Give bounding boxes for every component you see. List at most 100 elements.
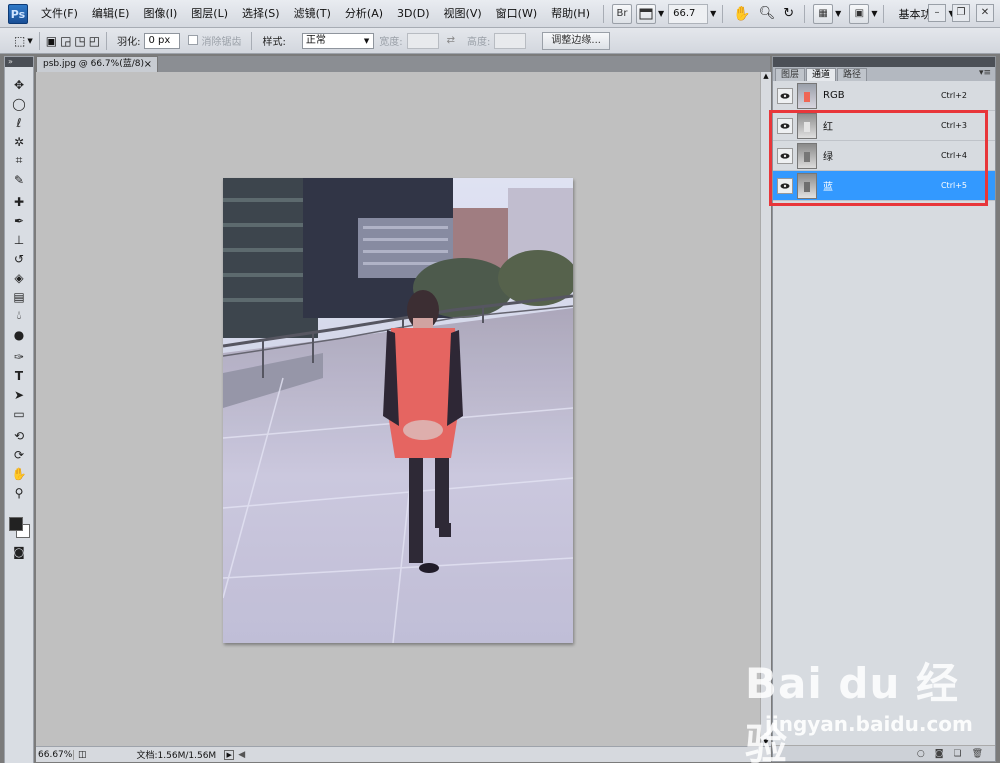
menu-3d[interactable]: 3D(D) [390,0,437,28]
annotation-highlight-box [769,110,988,206]
tools-panel: » ✥ ◯ ℓ ✲ ⌗ ✎ ✚ ✒ ⊥ ↺ ◈ ▤ 💧︎ ● ✑ T ➤ ▭ ⟲… [4,56,34,763]
channel-row-rgb[interactable]: RGB Ctrl+2 [773,81,995,111]
subtract-selection-icon[interactable]: ◳ [74,34,85,48]
rectangle-shape-icon[interactable]: ▭ [5,404,33,423]
close-button[interactable]: ✕ [976,4,994,22]
tab-paths[interactable]: 路径 [837,68,868,81]
scroll-left-icon[interactable]: ◀ [238,750,245,760]
zoom-tool-icon[interactable]: 🔍︎ [759,6,776,21]
gradient-icon[interactable]: ▤ [5,287,33,306]
dropdown-arrow-icon[interactable]: ▼ [871,9,877,18]
divider [251,31,253,50]
menu-filter[interactable]: 滤镜(T) [287,0,338,28]
brush-icon[interactable]: ✒ [5,211,33,230]
view-extras-button[interactable] [635,3,656,24]
menu-select[interactable]: 选择(S) [235,0,287,28]
watermark-url: jingyan.baidu.com [765,712,973,736]
3d-orbit-icon[interactable]: ⟳ [5,445,33,464]
scroll-up-icon[interactable]: ▲ [761,72,771,80]
menu-edit[interactable]: 编辑(E) [85,0,137,28]
close-tab-icon[interactable]: × [144,57,152,72]
dropdown-arrow-icon[interactable]: ▼ [658,9,664,18]
height-input[interactable] [494,32,527,49]
screen-mode-button[interactable]: ▣ [849,3,870,24]
document-tab-bar: psb.jpg @ 66.7%(蓝/8) × [36,56,770,72]
rotate-view-icon[interactable]: ↻ [783,6,794,21]
status-zoom[interactable]: 66.67% [36,749,74,760]
width-input[interactable] [406,32,439,49]
antialias-checkbox[interactable] [188,35,201,46]
divider [602,4,604,23]
panel-tabs: 图层 通道 路径 ▾≡ [773,67,995,81]
divider [38,31,40,50]
zoom-dropdown-icon[interactable]: ▼ [710,9,716,18]
zoom-level-field[interactable]: 66.7 [668,3,709,24]
document-image[interactable] [223,178,573,643]
photo-artwork [223,178,573,643]
minimize-button[interactable]: – [928,4,946,22]
feather-input[interactable]: 0 px [144,32,181,49]
tab-layers[interactable]: 图层 [775,68,806,81]
status-bar: 66.67% ◫ 文档:1.56M/1.56M ▶ ◀ [36,746,771,762]
swap-dimensions-icon[interactable]: ⇄ [447,35,455,46]
crop-icon[interactable]: ⌗ [5,151,33,170]
photoshop-window: Ps 文件(F) 编辑(E) 图像(I) 图层(L) 选择(S) 滤镜(T) 分… [0,0,1000,763]
menu-image[interactable]: 图像(I) [136,0,184,28]
new-selection-icon[interactable]: ▣ [46,34,57,48]
tool-preset-dropdown-icon[interactable]: ▼ [27,37,32,45]
divider [106,31,108,50]
history-brush-icon[interactable]: ↺ [5,249,33,268]
menu-window[interactable]: 窗口(W) [489,0,544,28]
tools-panel-header[interactable]: » [5,57,33,67]
hand-icon[interactable]: ✋ [5,464,33,483]
foreground-color-swatch[interactable] [9,517,23,531]
tab-channels[interactable]: 通道 [806,68,837,81]
zoom-icon[interactable]: ⚲ [5,483,33,502]
eraser-icon[interactable]: ◈ [5,268,33,287]
move-tool-icon[interactable]: ✥ [5,75,33,94]
panel-menu-icon[interactable]: ▾≡ [979,68,991,78]
refine-edge-button[interactable]: 调整边缘... [542,31,610,50]
menu-analysis[interactable]: 分析(A) [338,0,390,28]
options-bar: ⬚ ▼ ▣ ◲ ◳ ◰ 羽化: 0 px 消除锯齿 样式: 正常 ▼ 宽度: ⇄… [0,28,1000,54]
style-label: 样式: [262,37,286,48]
elliptical-marquee-icon[interactable]: ◯ [5,94,33,113]
add-to-selection-icon[interactable]: ◲ [60,34,71,48]
menu-file[interactable]: 文件(F) [34,0,85,28]
status-menu-arrow-icon[interactable]: ▶ [224,749,235,760]
channel-thumbnail [797,82,817,109]
panel-header[interactable] [773,57,995,67]
3d-rotate-icon[interactable]: ⟲ [5,426,33,445]
magic-wand-icon[interactable]: ✲ [5,132,33,151]
eyedropper-icon[interactable]: ✎ [5,170,33,189]
path-selection-icon[interactable]: ➤ [5,385,33,404]
clone-stamp-icon[interactable]: ⊥ [5,230,33,249]
style-dropdown-icon[interactable]: ▼ [364,37,369,45]
document-size: 文档:1.56M/1.56M [136,751,217,761]
menu-help[interactable]: 帮助(H) [544,0,597,28]
dropdown-arrow-icon[interactable]: ▼ [835,9,841,18]
film-icon [639,8,653,19]
divider [722,4,724,23]
height-label: 高度: [467,37,491,48]
menu-layer[interactable]: 图层(L) [184,0,235,28]
arrange-documents-button[interactable]: ▦ [813,3,834,24]
blur-icon[interactable]: 💧︎ [5,306,33,325]
lasso-icon[interactable]: ℓ [5,113,33,132]
healing-brush-icon[interactable]: ✚ [5,192,33,211]
status-info-icon[interactable]: ◫ [78,750,87,760]
dodge-icon[interactable]: ● [5,325,33,344]
bridge-button[interactable]: Br [611,3,632,24]
type-icon[interactable]: T [5,366,33,385]
menu-view[interactable]: 视图(V) [437,0,489,28]
document-tab[interactable]: psb.jpg @ 66.7%(蓝/8) × [36,56,158,72]
restore-button[interactable]: ❐ [952,4,970,22]
hand-tool-icon[interactable]: ✋ [733,6,750,22]
intersect-selection-icon[interactable]: ◰ [89,34,100,48]
quick-mask-icon[interactable]: ◙ [5,542,33,561]
visibility-eye-icon[interactable] [777,87,793,104]
pen-icon[interactable]: ✑ [5,347,33,366]
marquee-tool-icon[interactable]: ⬚ [14,34,25,48]
feather-label: 羽化: [117,37,141,48]
checkbox-box [188,35,199,45]
